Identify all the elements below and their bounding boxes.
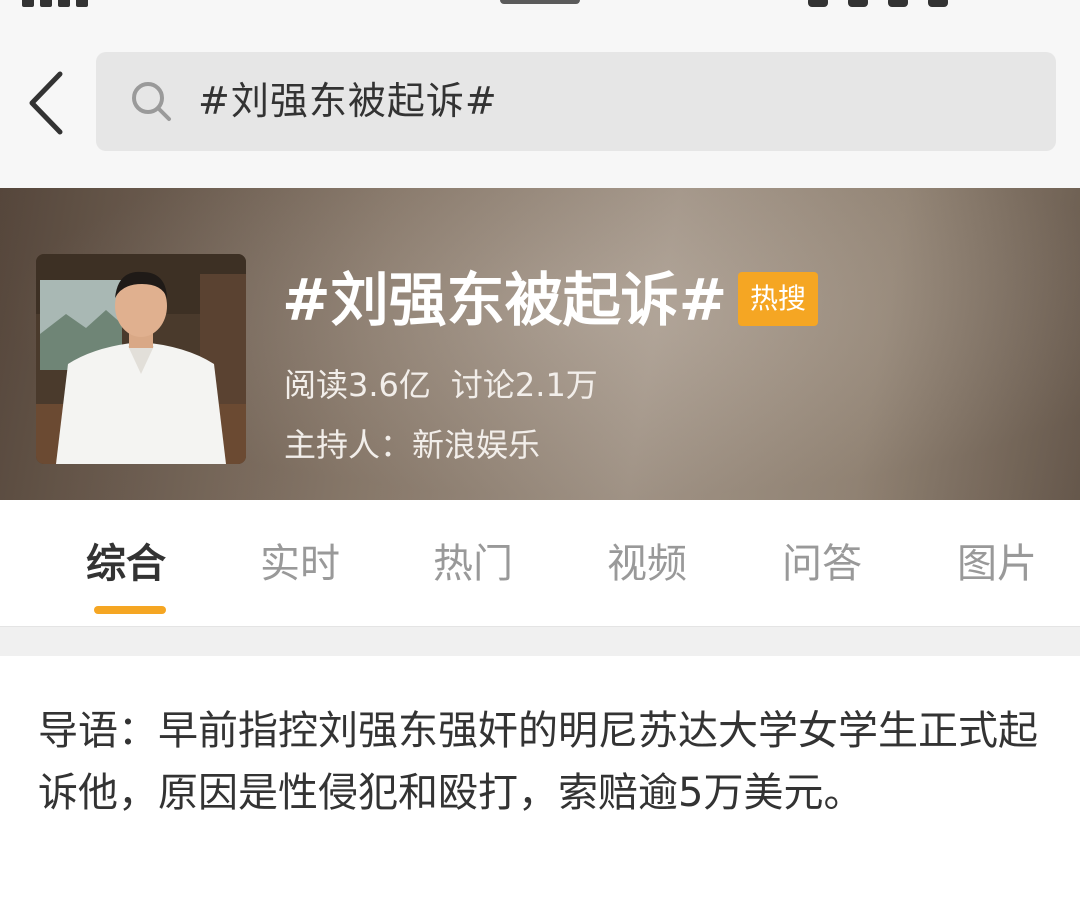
tab-hot[interactable]: 热门 bbox=[433, 536, 513, 592]
tab-realtime[interactable]: 实时 bbox=[260, 536, 340, 592]
topic-stats: 阅读3.6亿 讨论2.1万 bbox=[284, 360, 598, 406]
tab-images[interactable]: 图片 bbox=[957, 536, 1037, 592]
signal-icon bbox=[22, 0, 132, 7]
tab-bar: 综合 实时 热门 视频 问答 图片 bbox=[0, 500, 1080, 626]
tab-video[interactable]: 视频 bbox=[607, 536, 687, 592]
read-count: 阅读3.6亿 bbox=[284, 366, 431, 404]
hot-search-badge: 热搜 bbox=[738, 272, 818, 326]
clock bbox=[500, 0, 580, 4]
topic-intro: 导语：早前指控刘强东强奸的明尼苏达大学女学生正式起诉他，原因是性侵犯和殴打，索赔… bbox=[38, 708, 1038, 816]
back-button[interactable] bbox=[22, 68, 72, 138]
topic-banner: #刘强东被起诉# 热搜 阅读3.6亿 讨论2.1万 主持人：新浪娱乐 bbox=[0, 188, 1080, 500]
section-divider bbox=[0, 626, 1080, 656]
topic-avatar[interactable] bbox=[36, 254, 246, 464]
active-tab-indicator bbox=[94, 606, 166, 614]
search-header: #刘强东被起诉# bbox=[0, 10, 1080, 188]
tab-qa[interactable]: 问答 bbox=[782, 536, 862, 592]
status-icons bbox=[788, 0, 1058, 7]
search-icon bbox=[132, 82, 171, 121]
topic-title: #刘强东被起诉# bbox=[282, 266, 728, 334]
status-bar bbox=[0, 0, 1080, 10]
chevron-left-icon bbox=[29, 71, 63, 135]
topic-host[interactable]: 主持人：新浪娱乐 bbox=[284, 420, 540, 466]
tab-comprehensive[interactable]: 综合 bbox=[86, 536, 166, 592]
discussion-count: 讨论2.1万 bbox=[450, 366, 598, 404]
search-input[interactable]: #刘强东被起诉# bbox=[96, 52, 1056, 151]
search-query: #刘强东被起诉# bbox=[198, 79, 498, 123]
